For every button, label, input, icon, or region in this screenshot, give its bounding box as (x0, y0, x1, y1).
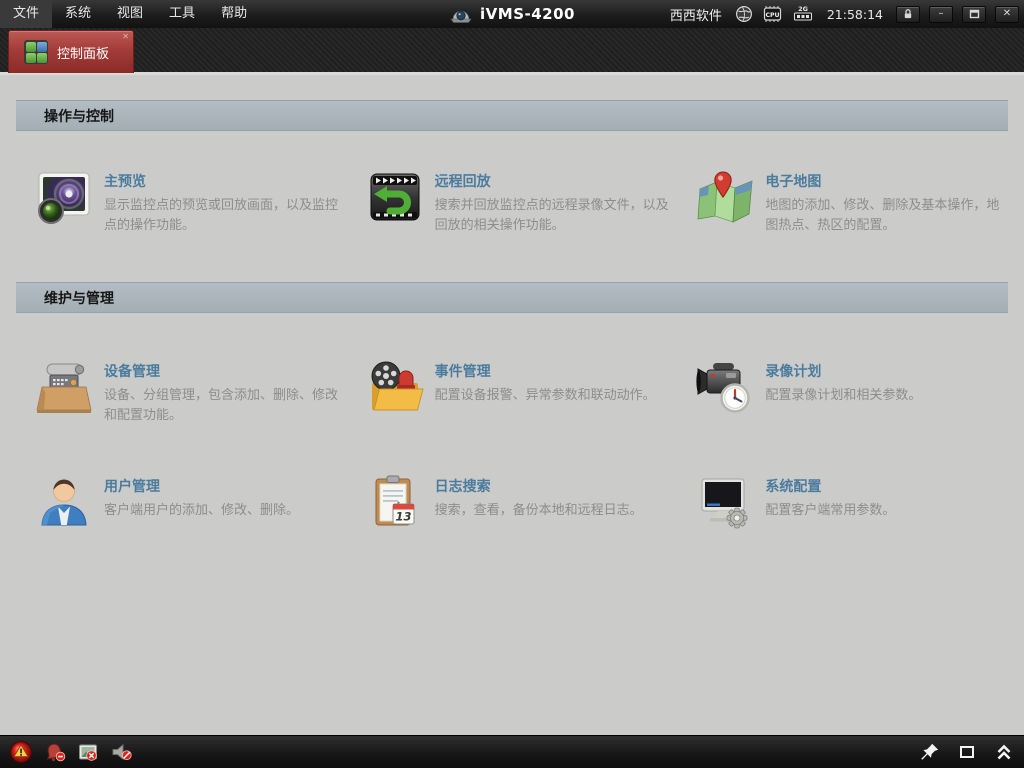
tab-label: 控制面板 (57, 43, 109, 62)
item-title[interactable]: 系统配置 (765, 476, 895, 496)
item-title[interactable]: 远程回放 (435, 171, 669, 191)
network-globe-icon (735, 5, 753, 23)
audio-mute-icon[interactable] (110, 741, 134, 763)
dome-camera-logo-icon (449, 3, 473, 25)
control-panel-grid-icon (24, 40, 48, 64)
event-management-icon (366, 358, 424, 416)
remote-playback-icon (366, 168, 424, 226)
menu-file[interactable]: 文件 (0, 0, 52, 28)
tab-control-panel[interactable]: 控制面板 ✕ (8, 30, 134, 73)
item-system-config[interactable]: 系统配置 配置客户端常用参数。 (677, 473, 1008, 531)
item-desc: 显示监控点的预览或回放画面，以及监控点的操作功能。 (104, 196, 338, 235)
item-desc: 配置录像计划和相关参数。 (765, 386, 921, 406)
svg-text:CPU: CPU (765, 12, 779, 19)
content-separator (0, 72, 1024, 75)
emap-icon (696, 168, 754, 226)
window-restore-icon[interactable] (957, 742, 977, 762)
device-management-icon (35, 358, 93, 416)
svg-text:13: 13 (395, 510, 411, 524)
item-log-search[interactable]: 13 日志搜索 搜索，查看，备份本地和远程日志。 (347, 473, 678, 531)
log-search-icon: 13 (366, 473, 424, 531)
main-preview-icon (35, 168, 93, 226)
status-bar (0, 735, 1024, 768)
menu-bar: 文件 系统 视图 工具 帮助 (0, 0, 260, 28)
record-schedule-icon (696, 358, 754, 416)
items-row: 用户管理 客户端用户的添加、修改、删除。 13 (16, 473, 1008, 531)
section-title: 操作与控制 (16, 106, 114, 126)
maximize-button[interactable] (962, 6, 986, 23)
item-emap[interactable]: 电子地图 地图的添加、修改、删除及基本操作，地图热点、热区的配置。 (677, 168, 1008, 235)
lock-button[interactable] (896, 6, 920, 23)
lock-icon (902, 8, 914, 20)
app-logo-area: iVMS-4200 (449, 0, 575, 28)
item-title[interactable]: 设备管理 (104, 361, 338, 381)
section-header-operation: 操作与控制 (16, 100, 1008, 131)
item-desc: 搜索并回放监控点的远程录像文件，以及回放的相关操作功能。 (435, 196, 669, 235)
maximize-icon (969, 9, 980, 19)
item-desc: 客户端用户的添加、修改、删除。 (104, 501, 299, 521)
pin-icon[interactable] (920, 742, 940, 762)
brand-text: 西西软件 (670, 5, 722, 24)
item-title[interactable]: 日志搜索 (435, 476, 643, 496)
clock: 21:58:14 (827, 7, 883, 22)
section-header-maintenance: 维护与管理 (16, 282, 1008, 313)
menu-view[interactable]: 视图 (104, 0, 156, 28)
item-title[interactable]: 电子地图 (765, 171, 999, 191)
section-title: 维护与管理 (16, 288, 114, 308)
title-bar: 文件 系统 视图 工具 帮助 iVMS-4200 西西软件 (0, 0, 1024, 28)
item-desc: 配置设备报警、异常参数和联动动作。 (435, 386, 656, 406)
tab-bar: 控制面板 ✕ (0, 28, 1024, 72)
item-title[interactable]: 主预览 (104, 171, 338, 191)
event-alarm-icon[interactable] (44, 741, 66, 763)
item-user-management[interactable]: 用户管理 客户端用户的添加、修改、删除。 (16, 473, 347, 531)
item-remote-playback[interactable]: 远程回放 搜索并回放监控点的远程录像文件，以及回放的相关操作功能。 (347, 168, 678, 235)
item-desc: 搜索，查看，备份本地和远程日志。 (435, 501, 643, 521)
item-desc: 地图的添加、修改、删除及基本操作，地图热点、热区的配置。 (765, 196, 999, 235)
tab-close-icon[interactable]: ✕ (122, 33, 129, 41)
alarm-status-icon[interactable] (9, 740, 33, 764)
system-config-icon (696, 473, 754, 531)
control-panel-content: 操作与控制 (0, 75, 1024, 735)
item-title[interactable]: 用户管理 (104, 476, 299, 496)
item-record-schedule[interactable]: 录像计划 配置录像计划和相关参数。 (677, 358, 1008, 425)
item-title[interactable]: 录像计划 (765, 361, 921, 381)
app-title: iVMS-4200 (480, 5, 575, 23)
menu-tools[interactable]: 工具 (156, 0, 208, 28)
item-main-preview[interactable]: 主预览 显示监控点的预览或回放画面，以及监控点的操作功能。 (16, 168, 347, 235)
svg-text:2G: 2G (798, 5, 808, 13)
video-exception-icon[interactable] (77, 741, 99, 763)
item-desc: 配置客户端常用参数。 (765, 501, 895, 521)
item-desc: 设备、分组管理，包含添加、删除、修改和配置功能。 (104, 386, 338, 425)
items-row: 主预览 显示监控点的预览或回放画面，以及监控点的操作功能。 (16, 168, 1008, 235)
user-management-icon (35, 473, 93, 531)
item-event-management[interactable]: 事件管理 配置设备报警、异常参数和联动动作。 (347, 358, 678, 425)
item-device-management[interactable]: 设备管理 设备、分组管理，包含添加、删除、修改和配置功能。 (16, 358, 347, 425)
minimize-button[interactable]: – (929, 6, 953, 23)
close-button[interactable]: ✕ (995, 6, 1019, 23)
collapse-up-icon[interactable] (994, 742, 1014, 762)
menu-help[interactable]: 帮助 (208, 0, 260, 28)
menu-system[interactable]: 系统 (52, 0, 104, 28)
items-row: 设备管理 设备、分组管理，包含添加、删除、修改和配置功能。 (16, 358, 1008, 425)
cpu-usage-icon: CPU (762, 4, 783, 24)
item-title[interactable]: 事件管理 (435, 361, 656, 381)
memory-usage-icon: 2G (792, 4, 814, 24)
